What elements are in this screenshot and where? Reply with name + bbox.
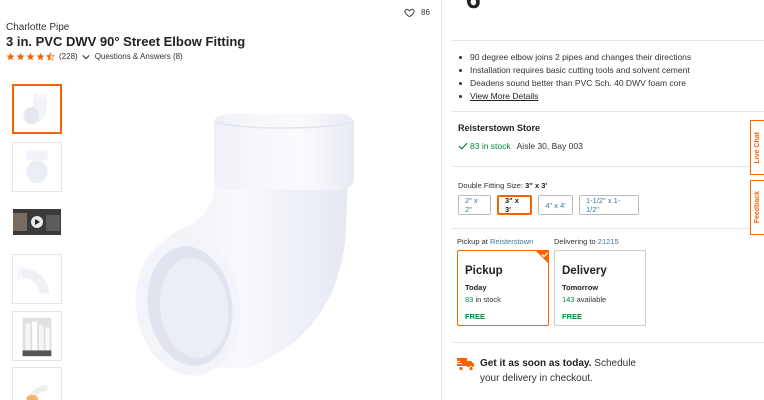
delivery-truck-icon: [457, 358, 474, 371]
feedback-label: Feedback: [754, 191, 761, 224]
pickup-option-card[interactable]: Pickup Today 83 in stock FREE: [457, 250, 549, 326]
product-set-thumbnail-image: [22, 317, 52, 357]
delivery-zip-label: Delivering to 21215: [554, 237, 619, 246]
promo-bold: Get it as soon as today.: [480, 358, 592, 369]
review-count[interactable]: (228): [59, 52, 78, 61]
promo-line2: your delivery in checkout.: [480, 373, 593, 384]
star-full-icon: [6, 52, 15, 61]
column-divider: [441, 0, 442, 400]
pickup-store-label: Pickup at Reisterstown: [457, 237, 533, 246]
section-divider: [452, 342, 764, 343]
live-chat-tab[interactable]: Live Chat: [750, 120, 764, 175]
feedback-tab[interactable]: Feedback: [750, 180, 764, 235]
delivery-prefix: Delivering to: [554, 237, 596, 246]
section-divider: [452, 111, 764, 112]
delivery-count-suffix: available: [576, 295, 607, 304]
size-option-4in[interactable]: 4" x 4': [538, 195, 573, 215]
favorites-count: 86: [421, 8, 430, 17]
star-rating: [6, 52, 55, 61]
video-thumbnail-image: [13, 209, 61, 235]
pickup-count-suffix: in stock: [475, 295, 501, 304]
price-dollars: 6: [466, 0, 481, 14]
thumbnail-video[interactable]: [12, 203, 62, 253]
elbow-thumbnail-image: [26, 150, 48, 184]
chevron-down-icon[interactable]: [82, 53, 90, 61]
star-full-icon: [26, 52, 35, 61]
pickup-cost: FREE: [465, 312, 486, 321]
size-option-1-1-2in[interactable]: 1-1/2" x 1-1/2": [579, 195, 639, 215]
thumbnail-installed[interactable]: [12, 367, 62, 400]
thumbnail-elbow-angle[interactable]: [12, 84, 62, 134]
product-price: $626: [458, 0, 495, 15]
promo-line1: Schedule: [594, 358, 636, 369]
elbow-thumbnail-image: [23, 93, 48, 125]
pickup-title: Pickup: [465, 265, 503, 277]
thumbnail-product-set[interactable]: [12, 311, 62, 361]
brand-name[interactable]: Charlotte Pipe: [6, 22, 69, 33]
section-divider: [452, 40, 764, 41]
highlight-item: Deadens sound better than PVC Sch. 40 DW…: [458, 77, 691, 90]
size-options: 2" x 2" 3" x 3' 4" x 4' 1-1/2" x 1-1/2": [458, 195, 639, 215]
delivery-cost: FREE: [562, 312, 583, 321]
store-name: Reisterstown Store: [458, 123, 541, 133]
pickup-availability: 83 in stock: [465, 295, 548, 304]
checkmark-icon: [458, 142, 468, 150]
product-main-image[interactable]: [128, 106, 368, 400]
pickup-store-link[interactable]: Reisterstown: [490, 237, 533, 246]
favorite-button[interactable]: 86: [404, 7, 430, 18]
pickup-prefix: Pickup at: [457, 237, 488, 246]
live-chat-label: Live Chat: [754, 131, 761, 164]
star-full-icon: [16, 52, 25, 61]
product-title: 3 in. PVC DWV 90° Street Elbow Fitting: [6, 34, 246, 49]
product-highlights: 90 degree elbow joins 2 pipes and change…: [458, 51, 691, 103]
price-currency: $: [458, 0, 466, 1]
heart-icon: [404, 8, 415, 18]
star-half-icon: [46, 52, 55, 61]
elbow-thumbnail-image: [16, 266, 50, 294]
delivery-title: Delivery: [562, 265, 607, 277]
delivery-promo-message: Get it as soon as today. Schedule your d…: [480, 356, 636, 386]
highlight-item: 90 degree elbow joins 2 pipes and change…: [458, 51, 691, 64]
size-option-3in[interactable]: 3" x 3': [497, 195, 532, 215]
highlight-item: Installation requires basic cutting tool…: [458, 64, 691, 77]
size-selected-value: 3" x 3': [525, 181, 548, 190]
section-divider: [452, 228, 764, 229]
rating-summary[interactable]: (228) Questions & Answers (8): [6, 52, 183, 61]
delivery-availability: 143 available: [562, 295, 645, 304]
view-more-details-link[interactable]: View More Details: [470, 91, 538, 101]
store-stock-line: 83 in stock Aisle 30, Bay 003: [458, 141, 583, 151]
section-divider: [452, 166, 764, 167]
questions-answers-link[interactable]: Questions & Answers (8): [95, 52, 183, 61]
star-full-icon: [36, 52, 45, 61]
store-stock-count: 83 in stock: [470, 141, 511, 151]
thumbnail-elbow-side[interactable]: [12, 254, 62, 304]
size-option-2in[interactable]: 2" x 2": [458, 195, 491, 215]
delivery-option-card[interactable]: Delivery Tomorrow 143 available FREE: [554, 250, 646, 326]
delivery-zip-link[interactable]: 21215: [598, 237, 619, 246]
size-label-text: Double Fitting Size:: [458, 181, 524, 190]
selected-check-icon: [535, 250, 549, 264]
store-aisle-location: Aisle 30, Bay 003: [516, 141, 583, 151]
delivery-when: Tomorrow: [562, 283, 599, 292]
pickup-count: 83: [465, 295, 474, 304]
installed-thumbnail-image: [26, 385, 48, 400]
pickup-when: Today: [465, 283, 487, 292]
delivery-count: 143: [562, 295, 575, 304]
thumbnail-elbow-front[interactable]: [12, 142, 62, 192]
size-selector-label: Double Fitting Size: 3" x 3': [458, 181, 547, 190]
